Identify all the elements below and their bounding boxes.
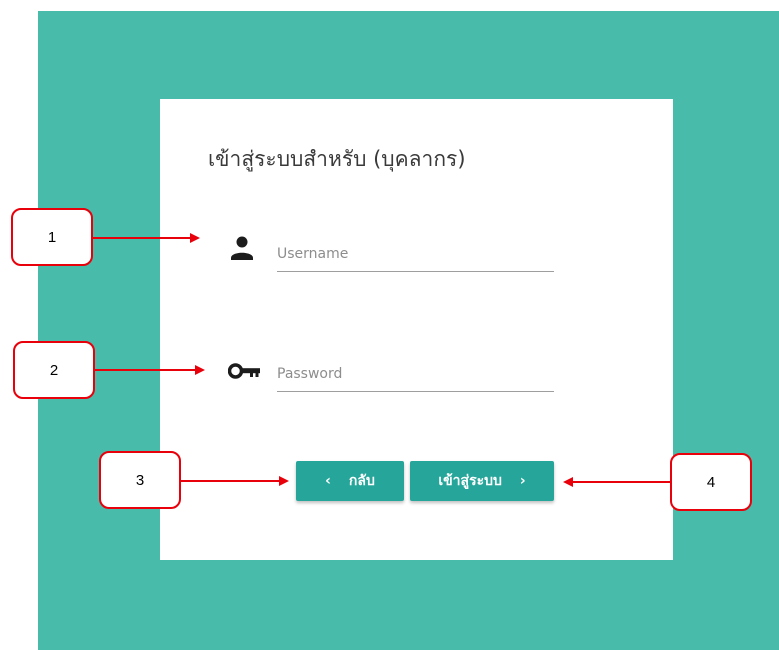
key-icon [227,355,260,385]
login-button-label: เข้าสู่ระบบ [438,473,502,489]
password-input[interactable] [277,357,554,392]
screenshot-stage: เข้าสู่ระบบสำหรับ (บุคลากร) Username ‹ ก… [0,0,779,650]
chevron-right-icon: › [519,473,526,489]
login-button[interactable]: เข้าสู่ระบบ › [410,461,554,501]
person-icon [228,235,258,265]
chevron-left-icon: ‹ [325,473,331,489]
username-row [228,233,554,272]
callout-2: 2 [13,341,95,399]
back-button-label: กลับ [348,473,375,489]
callout-3: 3 [99,451,181,509]
callout-1: 1 [11,208,93,266]
login-title: เข้าสู่ระบบสำหรับ (บุคลากร) [208,147,466,171]
login-card: เข้าสู่ระบบสำหรับ (บุคลากร) Username ‹ ก… [160,99,673,560]
password-row [227,353,554,392]
callout-4: 4 [670,453,752,511]
username-input[interactable] [277,237,554,272]
back-button[interactable]: ‹ กลับ [296,461,404,501]
